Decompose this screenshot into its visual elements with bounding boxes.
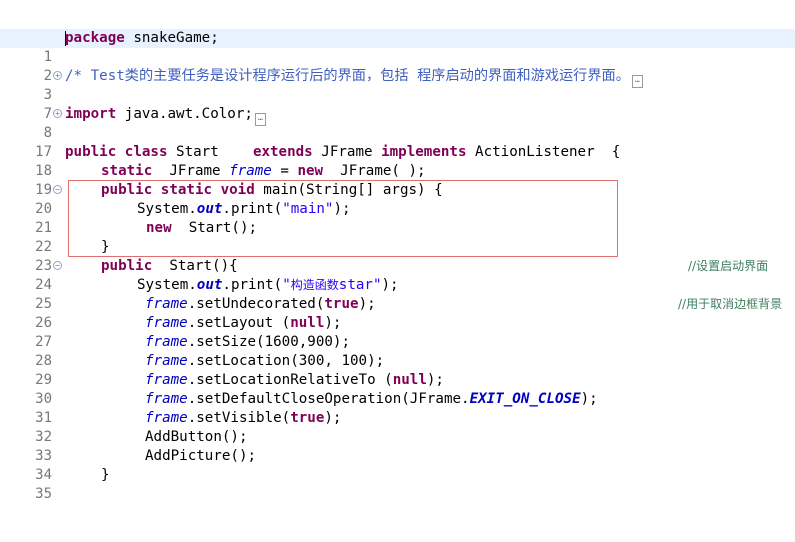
code-line-30[interactable]: 30 frame.setLocationRelativeTo (null); bbox=[0, 371, 795, 407]
code-text: frame.setLocation(300, 100); bbox=[145, 353, 385, 369]
code-text: frame.setSize(1600,900); bbox=[145, 334, 351, 350]
code-line-18[interactable]: 18 public class Start extends JFrame imp… bbox=[0, 143, 795, 179]
code-line-1[interactable]: 1 package snakeGame; bbox=[0, 29, 795, 65]
code-line-19[interactable]: 19 static JFrame frame = new JFrame( ); bbox=[0, 162, 795, 198]
code-line-25[interactable]: 25 System.out.print("构造函数star"); bbox=[0, 276, 795, 312]
code-text: public Start(){ bbox=[101, 258, 238, 274]
code-text: /* Test类的主要任务是设计程序运行后的界面，包括 程序启动的界面和游戏运行… bbox=[65, 67, 643, 88]
code-text: frame.setLocationRelativeTo (null); bbox=[145, 372, 444, 388]
code-text: static JFrame frame = new JFrame( ); bbox=[101, 163, 426, 179]
code-text: frame.setUndecorated(true); bbox=[145, 296, 376, 312]
code-line-31[interactable]: 31 frame.setDefaultCloseOperation(JFrame… bbox=[0, 390, 795, 426]
code-text: frame.setLayout (null); bbox=[145, 315, 342, 331]
code-line-3[interactable]: 3 + /* Test类的主要任务是设计程序运行后的界面，包括 程序启动的界面和… bbox=[0, 67, 795, 103]
code-text: System.out.print("构造函数star"); bbox=[137, 277, 399, 293]
code-line-8[interactable]: 8 + import java.awt.Color;… bbox=[0, 105, 795, 141]
expand-fold-icon[interactable]: + bbox=[53, 71, 62, 80]
expand-fold-icon[interactable]: + bbox=[53, 109, 62, 118]
code-line-26[interactable]: 26 frame.setUndecorated(true); //用于取消边框背… bbox=[0, 295, 795, 331]
code-text: import java.awt.Color;… bbox=[65, 105, 266, 126]
code-line-33[interactable]: 33 AddButton(); bbox=[0, 428, 795, 464]
code-line-35[interactable]: 35 } bbox=[0, 466, 795, 502]
code-line-7[interactable]: 7 bbox=[0, 86, 795, 122]
code-editor[interactable]: 1 package snakeGame; 2 3 + /* Test类的主要任务… bbox=[0, 0, 795, 504]
collapse-fold-icon[interactable]: − bbox=[53, 261, 62, 270]
inline-comment: //设置启动界面 bbox=[688, 259, 769, 273]
code-line-29[interactable]: 29 frame.setLocation(300, 100); bbox=[0, 352, 795, 388]
code-line-34[interactable]: 34 AddPicture(); bbox=[0, 447, 795, 483]
code-text: package snakeGame; bbox=[65, 30, 219, 46]
code-line-17[interactable]: 17 bbox=[0, 124, 795, 160]
code-line-2[interactable]: 2 bbox=[0, 48, 795, 84]
code-text: frame.setVisible(true); bbox=[145, 410, 342, 426]
inline-comment: //用于取消边框背景 bbox=[678, 297, 783, 311]
code-text: AddPicture(); bbox=[145, 448, 257, 464]
code-text: public class Start extends JFrame implem… bbox=[65, 144, 621, 160]
code-line-28[interactable]: 28 frame.setSize(1600,900); bbox=[0, 333, 795, 369]
code-text: frame.setDefaultCloseOperation(JFrame.EX… bbox=[145, 391, 598, 407]
code-text: } bbox=[101, 467, 110, 483]
code-line-27[interactable]: 27 frame.setLayout (null); bbox=[0, 314, 795, 350]
code-line-32[interactable]: 32 frame.setVisible(true); bbox=[0, 409, 795, 445]
line-number: 35 bbox=[35, 486, 52, 502]
highlight-annotation-box bbox=[68, 180, 618, 257]
code-text: AddButton(); bbox=[145, 429, 248, 445]
collapse-fold-icon[interactable]: − bbox=[53, 185, 62, 194]
code-line-24[interactable]: 24 − public Start(){ //设置启动界面 bbox=[0, 257, 795, 293]
